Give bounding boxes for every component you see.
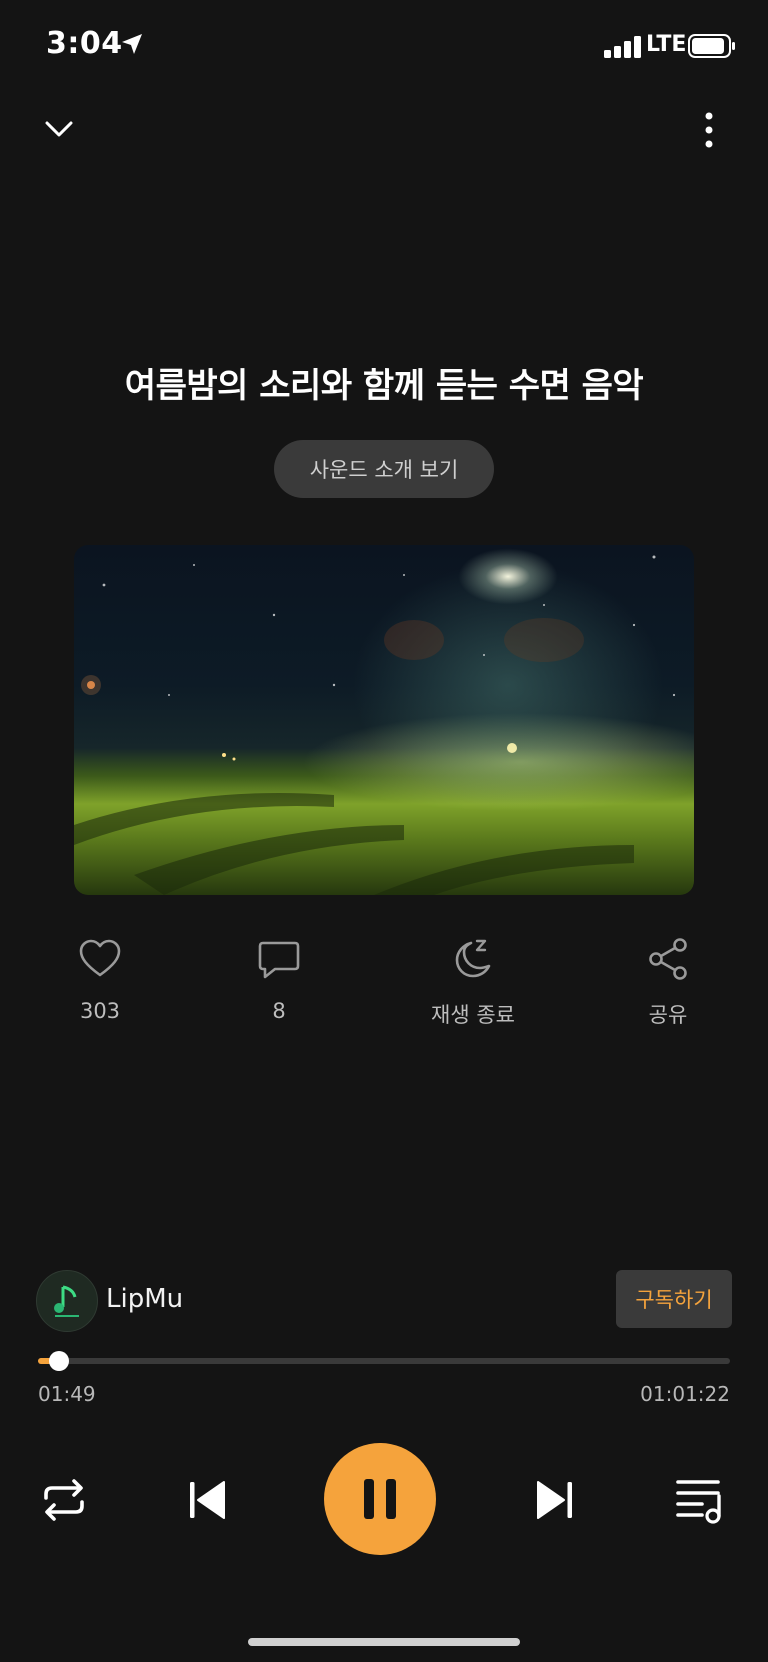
repeat-icon[interactable]	[36, 1472, 92, 1528]
share-action[interactable]: 공유	[588, 935, 748, 1029]
sleep-timer-label: 재생 종료	[431, 1003, 515, 1027]
total-time: 01:01:22	[640, 1382, 730, 1406]
playlist-icon[interactable]	[672, 1472, 728, 1528]
sleep-timer-action[interactable]: 재생 종료	[393, 935, 553, 1029]
comments-count: 8	[272, 999, 286, 1023]
current-time: 01:49	[38, 1382, 96, 1406]
pause-button[interactable]	[324, 1443, 436, 1555]
track-artwork	[74, 545, 694, 895]
battery-icon	[688, 34, 735, 58]
pause-icon	[364, 1479, 396, 1519]
next-icon[interactable]	[526, 1472, 582, 1528]
channel-name[interactable]: LipMu	[106, 1284, 183, 1314]
progress-bar[interactable]	[38, 1351, 730, 1371]
heart-icon	[79, 939, 121, 977]
previous-icon[interactable]	[180, 1472, 236, 1528]
share-icon	[649, 938, 687, 980]
sleep-moon-icon	[455, 939, 491, 978]
track-title: 여름밤의 소리와 함께 듣는 수면 음악	[124, 366, 644, 406]
sound-intro-button[interactable]: 사운드 소개 보기	[274, 440, 494, 498]
progress-knob[interactable]	[48, 1351, 69, 1371]
home-indicator[interactable]	[248, 1638, 520, 1646]
likes-count: 303	[79, 999, 121, 1023]
location-arrow-icon	[122, 34, 142, 54]
more-vertical-icon[interactable]	[698, 110, 720, 150]
music-note-logo-icon	[54, 1285, 79, 1317]
signal-icon	[604, 36, 641, 58]
network-type: LTE	[646, 32, 687, 57]
channel-avatar[interactable]	[36, 1270, 98, 1332]
status-time: 3:04	[46, 26, 123, 61]
chevron-down-icon[interactable]	[42, 112, 76, 146]
like-action[interactable]: 303	[20, 935, 180, 1023]
comment-action[interactable]: 8	[199, 935, 359, 1023]
comment-icon	[258, 941, 300, 979]
share-label: 공유	[648, 1003, 688, 1027]
subscribe-button[interactable]: 구독하기	[616, 1270, 732, 1328]
